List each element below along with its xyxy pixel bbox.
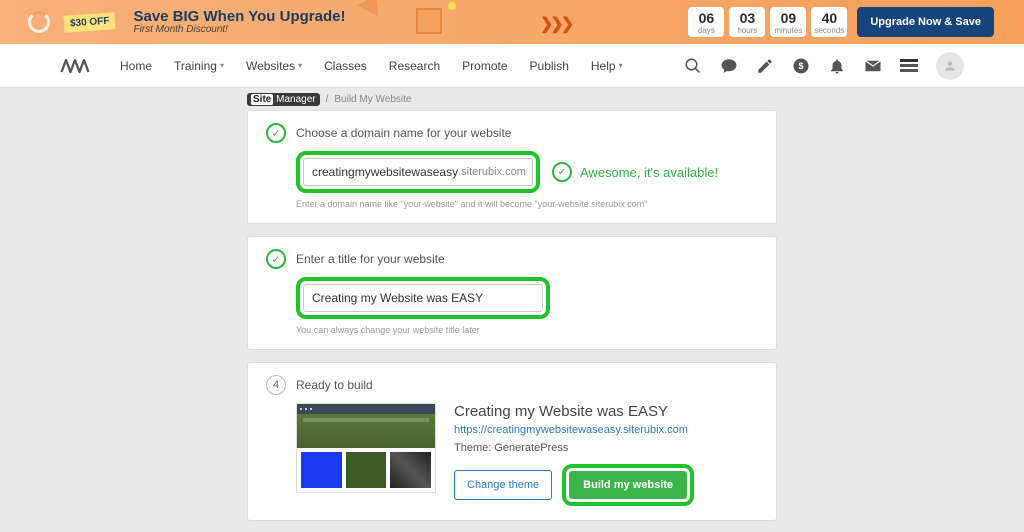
nav-publish[interactable]: Publish <box>530 59 569 73</box>
ready-panel-title: Ready to build <box>296 378 373 392</box>
chat-icon[interactable] <box>720 57 738 75</box>
promo-headline: Save BIG When You Upgrade! <box>133 9 345 25</box>
panel-ready: 4 Ready to build Creating my Website was… <box>247 362 777 521</box>
decor-square <box>416 8 442 34</box>
nav-icons: $ <box>684 52 964 80</box>
discount-badge: $30 OFF <box>63 12 116 33</box>
check-icon: ✓ <box>552 162 572 182</box>
nav-promote[interactable]: Promote <box>462 59 507 73</box>
ready-info: Creating my Website was EASY https://cre… <box>454 403 758 506</box>
avatar[interactable] <box>936 52 964 80</box>
chevron-down-icon: ▾ <box>220 61 224 70</box>
countdown-hours: 03hours <box>729 7 765 37</box>
domain-hint: Enter a domain name like "your-website" … <box>296 199 758 209</box>
promo-sub: First Month Discount! <box>133 24 345 35</box>
breadcrumb: Site Manager / Build My Website <box>247 93 777 106</box>
navbar: Home Training▾ Websites▾ Classes Researc… <box>0 44 1024 88</box>
upgrade-button[interactable]: Upgrade Now & Save <box>857 7 994 37</box>
dollar-icon[interactable]: $ <box>792 57 810 75</box>
pen-icon[interactable] <box>756 57 774 75</box>
site-tag: Site Manager <box>247 93 320 106</box>
main-content: Site Manager / Build My Website ✓ Choose… <box>247 93 777 521</box>
domain-input[interactable]: creatingmywebsitewaseasy .siterubix.com <box>303 158 533 186</box>
search-icon[interactable] <box>684 57 702 75</box>
decor-triangle <box>357 0 387 17</box>
build-website-button[interactable]: Build my website <box>569 471 687 499</box>
nav-classes[interactable]: Classes <box>324 59 367 73</box>
domain-highlight: creatingmywebsitewaseasy .siterubix.com <box>296 151 540 193</box>
breadcrumb-current: Build My Website <box>334 94 411 105</box>
promo-bar: $30 OFF Save BIG When You Upgrade! First… <box>0 0 1024 44</box>
nav-home[interactable]: Home <box>120 59 152 73</box>
title-panel-title: Enter a title for your website <box>296 252 445 266</box>
nav-links: Home Training▾ Websites▾ Classes Researc… <box>120 59 623 73</box>
check-icon: ✓ <box>266 249 286 269</box>
site-url[interactable]: https://creatingmywebsitewaseasy.siterub… <box>454 424 758 436</box>
availability-indicator: ✓ Awesome, it's available! <box>552 162 718 182</box>
logo[interactable] <box>60 55 90 77</box>
countdown: 06days 03hours 09minutes 40seconds <box>688 7 847 37</box>
check-icon: ✓ <box>266 123 286 143</box>
promo-text: Save BIG When You Upgrade! First Month D… <box>133 9 345 36</box>
domain-panel-title: Choose a domain name for your website <box>296 126 511 140</box>
chevron-down-icon: ▾ <box>619 61 623 70</box>
svg-text:$: $ <box>798 61 803 71</box>
title-highlight: Creating my Website was EASY <box>296 277 550 319</box>
menu-icon[interactable] <box>900 59 918 72</box>
step-number: 4 <box>266 375 286 395</box>
theme-label: Theme: GeneratePress <box>454 442 758 454</box>
bell-icon[interactable] <box>828 57 846 75</box>
countdown-seconds: 40seconds <box>811 7 847 37</box>
website-title-input[interactable]: Creating my Website was EASY <box>303 284 543 312</box>
nav-training[interactable]: Training▾ <box>174 59 224 73</box>
nav-websites[interactable]: Websites▾ <box>246 59 302 73</box>
nav-help[interactable]: Help▾ <box>591 59 623 73</box>
title-hint: You can always change your website title… <box>296 325 758 335</box>
mail-icon[interactable] <box>864 59 882 73</box>
panel-domain: ✓ Choose a domain name for your website … <box>247 110 777 224</box>
spinner-icon <box>28 11 50 33</box>
countdown-minutes: 09minutes <box>770 7 806 37</box>
decor-dot <box>448 2 456 10</box>
countdown-days: 06days <box>688 7 724 37</box>
panel-title: ✓ Enter a title for your website Creatin… <box>247 236 777 350</box>
decor-chevrons: ❯❯❯ <box>540 14 571 34</box>
domain-suffix: .siterubix.com <box>458 166 526 178</box>
nav-research[interactable]: Research <box>389 59 440 73</box>
chevron-down-icon: ▾ <box>298 61 302 70</box>
change-theme-button[interactable]: Change theme <box>454 470 552 500</box>
theme-thumbnail[interactable] <box>296 403 436 493</box>
site-title: Creating my Website was EASY <box>454 403 758 420</box>
build-highlight: Build my website <box>562 464 694 506</box>
